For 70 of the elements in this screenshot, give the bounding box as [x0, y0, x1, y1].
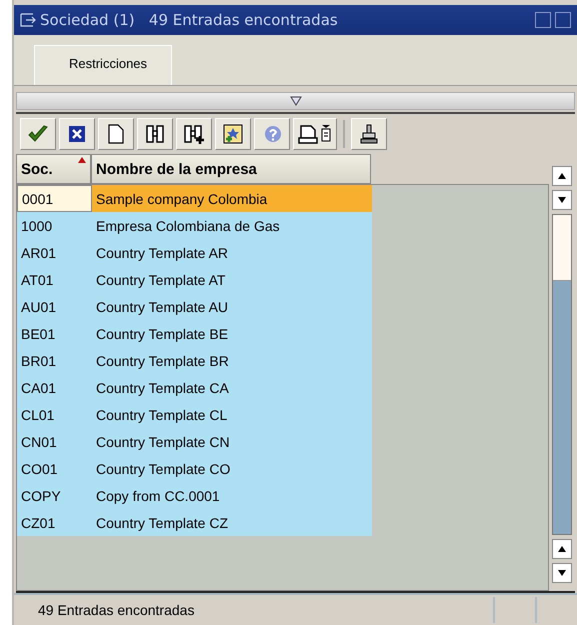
toolbar-button[interactable]: [215, 118, 251, 150]
toolbar-button[interactable]: [351, 118, 387, 150]
close-button[interactable]: [555, 12, 571, 28]
column-header[interactable]: Nombre de la empresa: [91, 154, 371, 184]
table-row[interactable]: AU01 Country Template AU: [17, 293, 548, 320]
checkmark-icon: [27, 124, 49, 144]
table-row[interactable]: CZ01 Country Template CZ: [17, 509, 548, 536]
stamp-icon: [359, 124, 379, 144]
table-cell: Country Template BR: [92, 347, 372, 374]
window-title: Sociedad (1) 49 Entradas encontradas: [40, 11, 338, 29]
table-row[interactable]: CL01 Country Template CL: [17, 401, 548, 428]
scroll-down-button[interactable]: [552, 190, 572, 210]
table-cell: Empresa Colombiana de Gas: [92, 212, 372, 239]
binoculars-plus-icon: [183, 124, 205, 144]
column-header[interactable]: Soc.: [16, 154, 91, 184]
table-row[interactable]: AT01 Country Template AT: [17, 266, 548, 293]
tab[interactable]: Restricciones: [34, 45, 172, 85]
table-cell: CO01: [17, 455, 92, 482]
table-cell: Country Template CL: [92, 401, 372, 428]
table-cell: AU01: [17, 293, 92, 320]
table-row[interactable]: BR01 Country Template BR: [17, 347, 548, 374]
table-row[interactable]: CN01 Country Template CN: [17, 428, 548, 455]
scroll-down-button[interactable]: [552, 563, 572, 583]
table-row[interactable]: COPY Copy from CC.0001: [17, 482, 548, 509]
toolbar-button[interactable]: [137, 118, 173, 150]
table-cell: Sample company Colombia: [92, 185, 372, 212]
window-icon: [20, 13, 36, 27]
cancel-icon: [68, 125, 86, 143]
table-cell: COPY: [17, 482, 92, 509]
table-cell: 0001: [17, 185, 92, 212]
table-row[interactable]: 0001 Sample company Colombia: [17, 185, 548, 212]
table-cell: Country Template CO: [92, 455, 372, 482]
toolbar-button[interactable]: [98, 118, 134, 150]
table-row[interactable]: 1000 Empresa Colombiana de Gas: [17, 212, 548, 239]
table-row[interactable]: CA01 Country Template CA: [17, 374, 548, 401]
printer-icon: [298, 124, 332, 144]
table-cell: Country Template CN: [92, 428, 372, 455]
table-cell: Country Template CA: [92, 374, 372, 401]
table-row[interactable]: AR01 Country Template AR: [17, 239, 548, 266]
status-text: 49 Entradas encontradas: [37, 602, 196, 618]
table-row[interactable]: CO01 Country Template CO: [17, 455, 548, 482]
table-cell: AR01: [17, 239, 92, 266]
table-cell: CN01: [17, 428, 92, 455]
table-row[interactable]: BE01 Country Template BE: [17, 320, 548, 347]
scroll-up-button[interactable]: [552, 166, 572, 186]
table-cell: CA01: [17, 374, 92, 401]
table-cell: BR01: [17, 347, 92, 374]
table-cell: CZ01: [17, 509, 92, 536]
table-cell: CL01: [17, 401, 92, 428]
table-cell: Country Template AU: [92, 293, 372, 320]
scroll-up-button[interactable]: [552, 539, 572, 559]
table-cell: Country Template CZ: [92, 509, 372, 536]
document-icon: [108, 124, 124, 144]
toolbar-button[interactable]: [176, 118, 212, 150]
toolbar-button[interactable]: [293, 118, 337, 150]
insert-icon: [223, 124, 243, 144]
binoculars-icon: [145, 124, 165, 144]
toolbar-button[interactable]: [20, 118, 56, 150]
table-cell: Country Template BE: [92, 320, 372, 347]
toolbar-button[interactable]: [59, 118, 95, 150]
table-cell: Country Template AT: [92, 266, 372, 293]
help-icon: [262, 124, 282, 144]
minimize-button[interactable]: [535, 12, 551, 28]
table-cell: Country Template AR: [92, 239, 372, 266]
table-cell: 1000: [17, 212, 92, 239]
table-cell: BE01: [17, 320, 92, 347]
collapse-icon: [290, 96, 302, 106]
table-cell: AT01: [17, 266, 92, 293]
scrollbar-thumb[interactable]: [553, 215, 571, 281]
table-cell: Copy from CC.0001: [92, 482, 372, 509]
